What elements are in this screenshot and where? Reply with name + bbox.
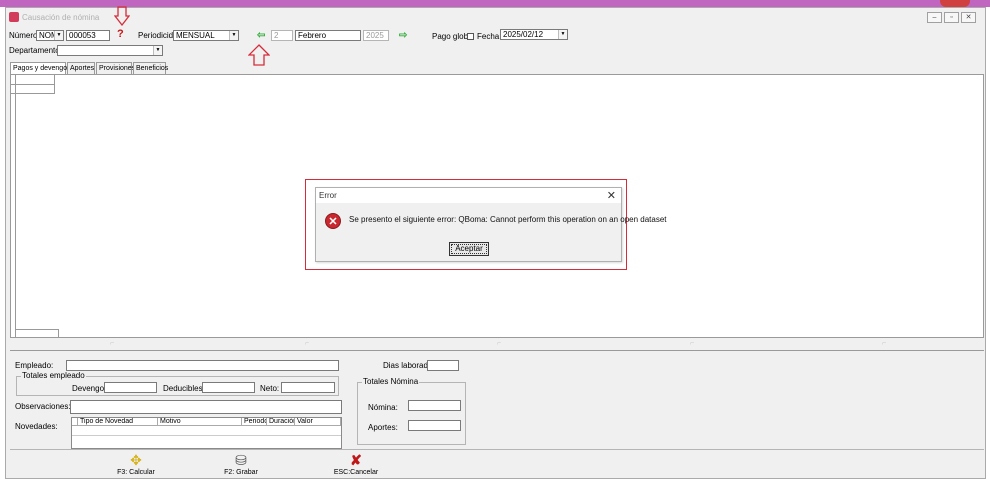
totales-empleado-title: Totales empleado [21,371,86,381]
cancelar-button[interactable]: ✘ ESC:Cancelar [326,450,386,479]
error-icon: ✕ [325,213,341,229]
chevron-down-icon[interactable]: ▼ [54,31,63,40]
novedades-col-tipo[interactable]: Tipo de Novedad [78,418,158,426]
fecha-label: Fecha: [477,32,502,41]
totales-nomina-group: Totales Nómina Nómina: Aportes: [357,377,466,445]
fecha-value: 2025/02/12 [503,30,544,39]
novedades-row-divider [72,435,341,436]
aportes-label: Aportes: [368,423,398,432]
observaciones-label: Observaciones: [15,402,71,411]
footer-mark: ⌐ [305,340,310,347]
novedades-grid[interactable]: Tipo de Novedad Motivo Periodo Duración … [71,417,342,449]
footer-mark: ⌐ [690,340,695,347]
tab-aportes[interactable]: Aportes [67,62,95,74]
cancelar-label: ESC:Cancelar [333,469,379,476]
observaciones-input[interactable] [70,400,342,414]
calcular-label: F3: Calcular [117,469,155,476]
dialog-body: ✕ Se presento el siguiente error: QBoma:… [316,203,667,261]
novedades-col-duracion[interactable]: Duración [267,418,295,426]
error-message: Se presento el siguiente error: QBoma: C… [349,215,667,224]
chevron-down-icon[interactable]: ▼ [153,46,162,55]
aceptar-button[interactable]: Aceptar [449,242,489,256]
footer-mark: ⌐ [110,340,115,347]
grabar-button[interactable]: ⛁ F2: Grabar [211,450,271,479]
neto-label: Neto: [260,384,280,393]
save-disk-icon: ⛁ [235,452,247,468]
period-number-input[interactable]: 2 [271,30,293,41]
footer-mark: ⌐ [497,340,502,347]
novedades-col-periodo[interactable]: Periodo [242,418,267,426]
desktop-top-strip-corner [940,0,970,7]
footer-mark: ⌐ [882,340,887,347]
neto-input[interactable] [281,382,335,393]
dialog-titlebar: Error ✕ [316,188,621,203]
chevron-down-icon[interactable]: ▼ [229,31,238,40]
grid-footer-strip: ⌐ ⌐ ⌐ ⌐ ⌐ [10,338,984,350]
error-dialog: Error ✕ ✕ Se presento el siguiente error… [315,187,667,262]
calcular-button[interactable]: ✥ F3: Calcular [106,450,166,479]
periodicidad-select[interactable]: MENSUAL ▼ [173,30,239,41]
grid-row-indicator-line [15,94,16,330]
deducibles-label: Deducibles: [163,384,205,393]
help-question-icon[interactable]: ? [117,28,124,40]
annotation-down-arrow-icon [114,6,130,26]
aportes-input[interactable] [408,420,461,431]
deducibles-input[interactable] [202,382,255,393]
grid-footer-cell [15,329,59,337]
novedades-col-valor[interactable]: Valor [295,418,341,426]
chevron-down-icon[interactable]: ▼ [558,30,567,39]
novedades-col-motivo[interactable]: Motivo [158,418,242,426]
novedades-label: Novedades: [15,422,58,431]
fecha-picker[interactable]: 2025/02/12 ▼ [500,29,568,40]
close-window-button[interactable]: ✕ [961,12,976,23]
restore-button[interactable]: ▫ [944,12,959,23]
devengos-input[interactable] [104,382,157,393]
totales-nomina-title: Totales Nómina [362,377,420,387]
app-icon [9,12,19,22]
grid-divider [11,84,55,85]
next-period-arrow-icon[interactable]: ⇨ [399,31,407,41]
annotation-up-arrow-icon [248,44,270,66]
window-titlebar: Causación de nómina – ▫ ✕ [6,8,985,26]
empleado-input[interactable] [66,360,339,371]
grabar-label: F2: Grabar [224,469,258,476]
empleado-label: Empleado: [15,361,54,370]
window-title: Causación de nómina [22,13,100,22]
departamento-select[interactable]: ▼ [57,45,163,56]
tab-provisiones[interactable]: Provisiones [96,62,135,74]
calculate-icon: ✥ [130,452,142,468]
period-month-input[interactable]: Febrero [295,30,361,41]
cancel-x-icon: ✘ [350,452,362,468]
minimize-button[interactable]: – [927,12,942,23]
numero-input[interactable]: 000053 [66,30,110,41]
numero-prefix-select[interactable]: NOM ▼ [36,30,64,41]
dialog-title: Error [319,191,337,200]
totales-empleado-group: Totales empleado Devengos: Deducibles: N… [16,371,339,396]
employee-summary-panel: Empleado: Dias laborados: Totales emplea… [10,350,984,449]
period-year-input[interactable]: 2025 [363,30,389,41]
action-toolbar: ✥ F3: Calcular ⛁ F2: Grabar ✘ ESC:Cancel… [10,449,984,478]
dias-laborados-input[interactable] [427,360,459,371]
nomina-input[interactable] [408,400,461,411]
departamento-label: Departamento: [9,46,62,55]
dialog-close-icon[interactable]: ✕ [607,189,616,202]
grid-divider [15,75,16,94]
pago-global-checkbox[interactable] [467,33,474,40]
desktop-top-strip [0,0,990,7]
nomina-label: Nómina: [368,403,398,412]
previous-period-arrow-icon[interactable]: ⇦ [257,31,265,41]
tab-beneficios[interactable]: Beneficios [133,62,168,74]
periodicidad-value: MENSUAL [176,31,215,40]
